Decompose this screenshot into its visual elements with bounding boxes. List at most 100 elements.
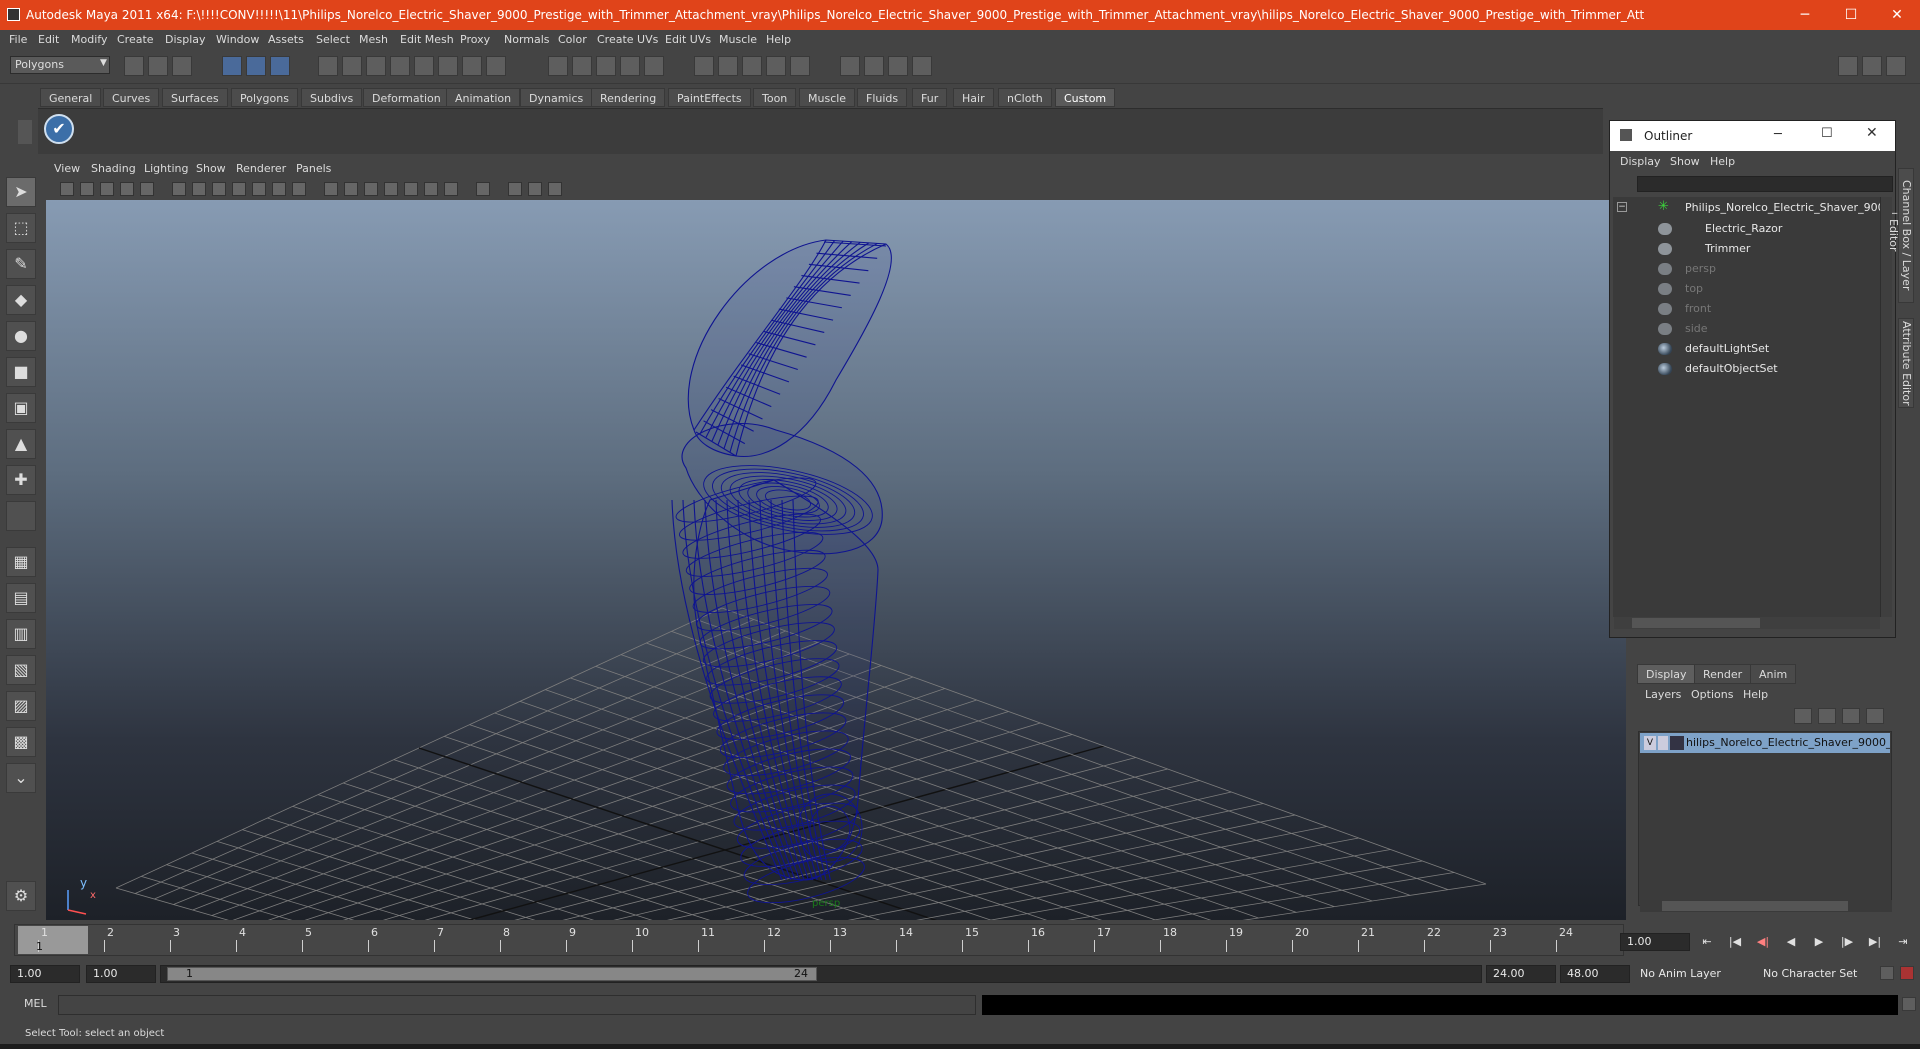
smooth-shade-icon[interactable] <box>344 182 358 196</box>
menu-create-uvs[interactable]: Create UVs <box>597 33 658 46</box>
output-ops-icon[interactable] <box>572 56 592 76</box>
panel-menu-view[interactable]: View <box>54 162 80 175</box>
ik-icon[interactable] <box>644 56 664 76</box>
snap-grid-icon[interactable] <box>318 56 338 76</box>
outliner-item-electric-razor[interactable]: Electric_Razor <box>1705 222 1782 235</box>
playback-end-field[interactable]: 24.00 <box>1486 965 1556 983</box>
outliner-item-top[interactable]: top <box>1685 282 1703 295</box>
layout-four-icon[interactable]: ▤ <box>6 583 36 613</box>
anim-layer-select[interactable]: No Anim Layer <box>1634 965 1754 983</box>
layer-tab-render[interactable]: Render <box>1694 664 1752 684</box>
current-frame-marker[interactable] <box>18 926 88 954</box>
select-component-icon[interactable] <box>270 56 290 76</box>
menu-display[interactable]: Display <box>165 33 206 46</box>
menu-muscle[interactable]: Muscle <box>719 33 757 46</box>
shelf-checkmark-button[interactable]: ✔ <box>44 114 74 144</box>
side-tab-attribute-editor[interactable]: Attribute Editor <box>1898 318 1914 408</box>
character-set-select[interactable]: No Character Set <box>1757 965 1877 983</box>
layout-single-icon[interactable]: ▦ <box>6 547 36 577</box>
close-button[interactable]: ✕ <box>1874 0 1920 30</box>
history-icon[interactable] <box>438 56 458 76</box>
move-tool-icon[interactable]: ◆ <box>6 285 36 315</box>
snap-curve-icon[interactable] <box>342 56 362 76</box>
layer-tab-display[interactable]: Display <box>1637 664 1696 684</box>
menu-proxy[interactable]: Proxy <box>460 33 490 46</box>
panel-menu-show[interactable]: Show <box>196 162 226 175</box>
play-forwards-button[interactable]: ▶ <box>1809 934 1829 950</box>
ipr-render-icon[interactable] <box>742 56 762 76</box>
render-view-icon[interactable] <box>694 56 714 76</box>
show-attribute-editor-icon[interactable] <box>1838 56 1858 76</box>
menu-create[interactable]: Create <box>117 33 154 46</box>
menu-select[interactable]: Select <box>316 33 350 46</box>
rotate-tool-icon[interactable]: ● <box>6 321 36 351</box>
shelf-tab-general[interactable]: General <box>40 88 102 107</box>
layer-menu-help[interactable]: Help <box>1743 688 1768 701</box>
layout-persp-outliner-icon[interactable]: ▥ <box>6 619 36 649</box>
hypershade-icon[interactable] <box>790 56 810 76</box>
shelf-tab-polygons[interactable]: Polygons <box>231 88 298 107</box>
layer-from-selection-icon[interactable] <box>1866 708 1884 724</box>
help-icon[interactable] <box>462 56 482 76</box>
soft-mod-icon[interactable]: ▲ <box>6 429 36 459</box>
outliner-item-front[interactable]: front <box>1685 302 1711 315</box>
collapse-toggle-icon[interactable]: − <box>1617 202 1627 212</box>
perspective-viewport[interactable]: persp y x <box>46 200 1626 920</box>
isolate-select-icon[interactable] <box>476 182 490 196</box>
script-editor-icon[interactable]: ⚙ <box>6 881 36 911</box>
snap-plane-icon[interactable] <box>390 56 410 76</box>
backface-icon[interactable] <box>548 182 562 196</box>
snap-live-icon[interactable] <box>414 56 434 76</box>
new-scene-icon[interactable] <box>124 56 144 76</box>
show-manip-icon[interactable]: ✚ <box>6 465 36 495</box>
shelf-tab-hair[interactable]: Hair <box>953 88 994 107</box>
outliner-item-root[interactable]: Philips_Norelco_Electric_Shaver_9000_P <box>1685 201 1904 214</box>
layer-menu-layers[interactable]: Layers <box>1645 688 1681 701</box>
channel-box-icon[interactable] <box>888 56 908 76</box>
layout-more-icon[interactable]: ⌄ <box>6 763 36 793</box>
outliner-vertical-scrollbar[interactable] <box>1880 197 1892 617</box>
key-icon[interactable] <box>1880 966 1894 980</box>
menu-file[interactable]: File <box>9 33 27 46</box>
shadows-icon[interactable] <box>424 182 438 196</box>
outliner-menu-display[interactable]: Display <box>1620 155 1661 168</box>
field-chart-icon[interactable] <box>232 182 246 196</box>
menu-window[interactable]: Window <box>216 33 259 46</box>
wire-on-shaded-icon[interactable] <box>364 182 378 196</box>
show-tool-settings-icon[interactable] <box>1862 56 1882 76</box>
last-tool-icon[interactable] <box>6 501 36 531</box>
shelf-tab-curves[interactable]: Curves <box>103 88 160 107</box>
step-forward-key-button[interactable]: ▶| <box>1865 934 1885 950</box>
menu-mesh[interactable]: Mesh <box>359 33 388 46</box>
panel-menu-renderer[interactable]: Renderer <box>236 162 286 175</box>
current-time-field[interactable]: 1.00 <box>1620 933 1690 951</box>
panel-menu-panels[interactable]: Panels <box>296 162 331 175</box>
grid-toggle-icon[interactable] <box>140 182 154 196</box>
command-input[interactable] <box>58 995 976 1015</box>
script-editor-button-icon[interactable] <box>1902 997 1916 1011</box>
use-lights-icon[interactable] <box>404 182 418 196</box>
step-back-frame-button[interactable]: ◀| <box>1753 934 1773 950</box>
layer-menu-options[interactable]: Options <box>1691 688 1733 701</box>
wireframe-icon[interactable] <box>324 182 338 196</box>
go-to-start-button[interactable]: ⇤ <box>1697 934 1717 950</box>
animation-prefs-icon[interactable] <box>1900 966 1914 980</box>
safe-action-icon[interactable] <box>252 182 266 196</box>
shelf-tab-subdivs[interactable]: Subdivs <box>301 88 363 107</box>
outliner-item-default-light-set[interactable]: defaultLightSet <box>1685 342 1769 355</box>
select-tool-icon[interactable]: ➤ <box>6 177 36 207</box>
modeling-toolkit-icon[interactable] <box>912 56 932 76</box>
outliner-item-persp[interactable]: persp <box>1685 262 1716 275</box>
shelf-tab-muscle[interactable]: Muscle <box>799 88 856 107</box>
layout-hypershade-icon[interactable]: ▨ <box>6 691 36 721</box>
open-scene-icon[interactable] <box>148 56 168 76</box>
menu-help[interactable]: Help <box>766 33 791 46</box>
range-slider-handle[interactable]: 1 24 <box>167 967 817 981</box>
shelf-tab-dynamics[interactable]: Dynamics <box>520 88 593 107</box>
menu-assets[interactable]: Assets <box>268 33 304 46</box>
scale-tool-icon[interactable]: ■ <box>6 357 36 387</box>
command-language-label[interactable]: MEL <box>14 995 54 1013</box>
attribute-editor-icon[interactable] <box>840 56 860 76</box>
layer-visibility-toggle[interactable]: V <box>1644 736 1656 750</box>
shelf-tab-rendering[interactable]: Rendering <box>591 88 666 107</box>
